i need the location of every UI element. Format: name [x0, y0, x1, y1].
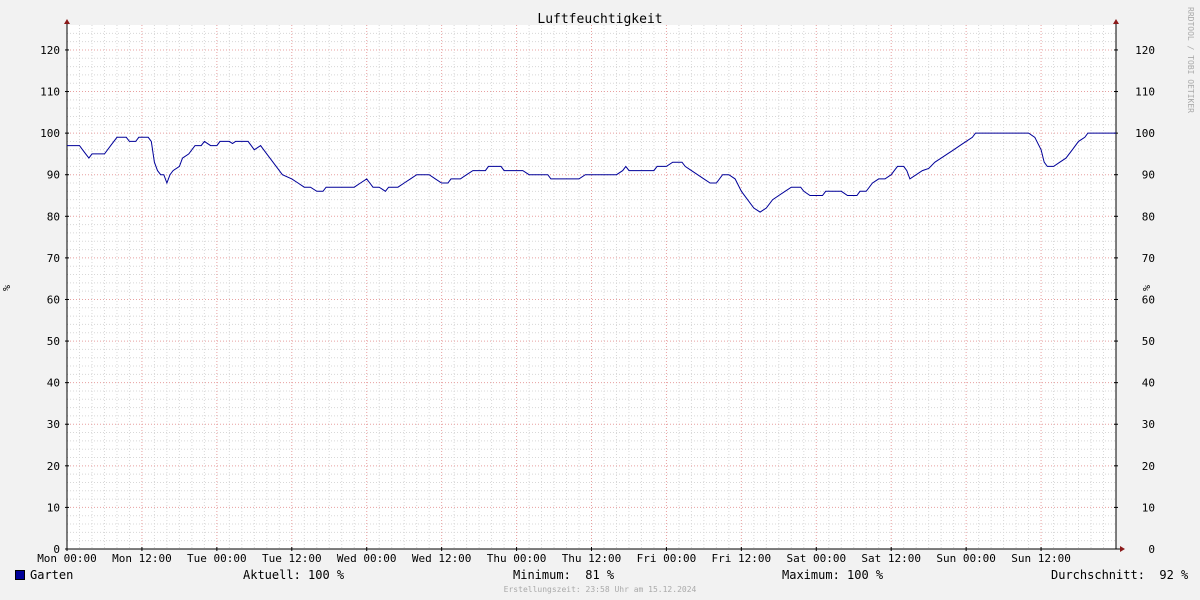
- y-tick-label-right: 70: [1142, 252, 1155, 265]
- legend-average: Durchschnitt: 92 %: [1051, 568, 1189, 582]
- legend-swatch-garten: [15, 570, 25, 580]
- x-tick-label: Mon 00:00: [37, 552, 97, 565]
- y-tick-label-left: 60: [47, 293, 60, 306]
- y-tick-label-right: 0: [1148, 543, 1155, 556]
- legend-series-name: Garten: [30, 568, 74, 582]
- y-tick-label-left: 120: [40, 44, 60, 57]
- x-tick-label: Sun 12:00: [1011, 552, 1071, 565]
- graph-container: 0 10 20 30 40 50 60 70 80 90 100 110 120 0 10 20 30 40 50…: [0, 0, 1200, 600]
- y-tick-label-left: 110: [40, 86, 60, 99]
- x-tick-label: Sat 00:00: [786, 552, 846, 565]
- y-tick-label-right: 10: [1142, 501, 1155, 514]
- y-tick-label-left: 20: [47, 460, 60, 473]
- y-tick-label-left: 10: [47, 501, 60, 514]
- y-tick-label-right: 20: [1142, 460, 1155, 473]
- y-tick-label-right: 30: [1142, 418, 1155, 431]
- y-tick-label-right: 90: [1142, 169, 1155, 182]
- y-tick-label-right: 80: [1142, 210, 1155, 223]
- y-tick-label-right: 120: [1135, 44, 1155, 57]
- y-tick-label-left: 70: [47, 252, 60, 265]
- y-tick-label-right: 40: [1142, 377, 1155, 390]
- x-tick-label: Wed 12:00: [412, 552, 472, 565]
- y-axis-right-unit: %: [1142, 285, 1153, 291]
- watermark: RRDTOOL / TOBI OETIKER: [1186, 7, 1195, 113]
- y-tick-label-left: 50: [47, 335, 60, 348]
- y-tick-label-right: 100: [1135, 127, 1155, 140]
- x-tick-label: Fri 12:00: [712, 552, 772, 565]
- y-tick-label-right: 50: [1142, 335, 1155, 348]
- y-tick-label-left: 30: [47, 418, 60, 431]
- x-tick-label: Tue 12:00: [262, 552, 322, 565]
- humidity-chart: 0102030405060708090100110120 01020304050…: [0, 0, 1200, 600]
- x-tick-label: Sat 12:00: [861, 552, 921, 565]
- legend-current: Aktuell: 100 %: [243, 568, 345, 582]
- y-tick-label-right: 60: [1142, 293, 1155, 306]
- y-axis-left-unit: %: [2, 285, 13, 291]
- y-tick-label-left: 90: [47, 169, 60, 182]
- x-tick-label: Thu 00:00: [487, 552, 547, 565]
- x-tick-label: Thu 12:00: [562, 552, 622, 565]
- chart-title: Luftfeuchtigkeit: [537, 12, 662, 27]
- x-tick-label: Fri 00:00: [637, 552, 697, 565]
- x-tick-label: Tue 00:00: [187, 552, 247, 565]
- x-tick-label: Wed 00:00: [337, 552, 397, 565]
- legend-maximum: Maximum: 100 %: [782, 568, 884, 582]
- footer-note: Erstellungszeit: 23:58 Uhr am 15.12.2024: [503, 585, 697, 594]
- x-tick-label: Mon 12:00: [112, 552, 172, 565]
- x-tick-label: Sun 00:00: [936, 552, 996, 565]
- y-tick-label-right: 110: [1135, 86, 1155, 99]
- y-tick-label-left: 100: [40, 127, 60, 140]
- legend-minimum: Minimum: 81 %: [513, 568, 615, 582]
- y-tick-label-left: 40: [47, 377, 60, 390]
- y-tick-label-left: 80: [47, 210, 60, 223]
